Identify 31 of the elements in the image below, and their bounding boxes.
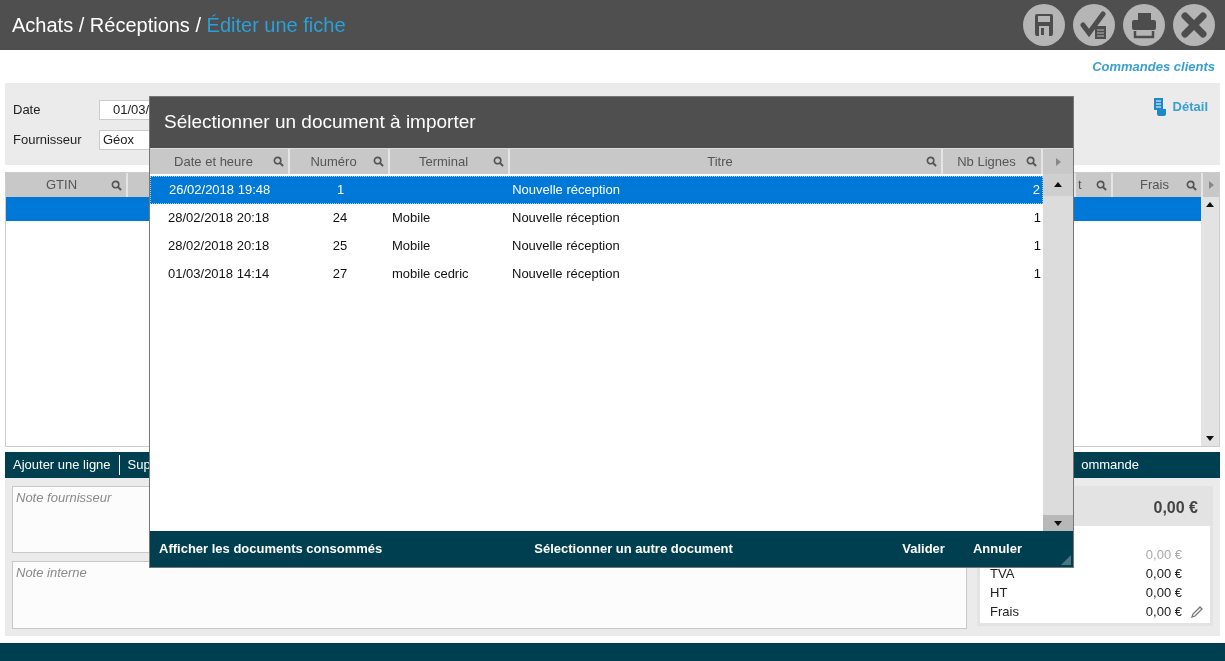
- table-cell-text: 1: [337, 181, 345, 200]
- table-cell-text: 24: [332, 209, 348, 228]
- table-cell-text: 26/02/2018 19:48: [169, 181, 271, 200]
- table-cell-text: 1: [1033, 237, 1041, 256]
- field-label: Date: [13, 101, 42, 120]
- total-value: 0,00 €: [1145, 564, 1182, 583]
- total-value: 0,00 €: [1145, 602, 1182, 621]
- table-cell-text: Nouvelle réception: [512, 265, 620, 284]
- total-amount: 0,00 €: [1153, 497, 1198, 518]
- total-value: 0,00 €: [1145, 583, 1182, 602]
- field-label: Fournisseur: [13, 131, 83, 150]
- table-cell-text: 2: [1032, 181, 1040, 200]
- page-title: Achats / Réceptions / Éditer une fiche: [12, 13, 346, 38]
- table-cell-text: Mobile: [392, 237, 431, 256]
- total-value: 0,00 €: [1145, 545, 1182, 564]
- table-cell-text: 28/02/2018 20:18: [168, 209, 270, 228]
- total-label: TVA: [990, 564, 1015, 583]
- dialog-title: Sélectionner un document à importer: [164, 110, 476, 135]
- table-cell-text: Nouvelle réception: [512, 181, 620, 200]
- total-label: HT: [990, 583, 1008, 602]
- table-cell-text: 27: [332, 265, 348, 284]
- table-cell-text: 01/03/2018 14:14: [168, 265, 270, 284]
- table-cell-text: 25: [332, 237, 348, 256]
- table-cell-text: 1: [1033, 209, 1041, 228]
- table-cell-text: 1: [1033, 265, 1041, 284]
- table-cell-text: Mobile: [392, 209, 431, 228]
- table-cell-text: 28/02/2018 20:18: [168, 237, 270, 256]
- table-cell-text: mobile cedric: [392, 265, 469, 284]
- table-cell-text: Nouvelle réception: [512, 209, 620, 228]
- table-cell-text: Nouvelle réception: [512, 237, 620, 256]
- total-label: Frais: [990, 602, 1019, 621]
